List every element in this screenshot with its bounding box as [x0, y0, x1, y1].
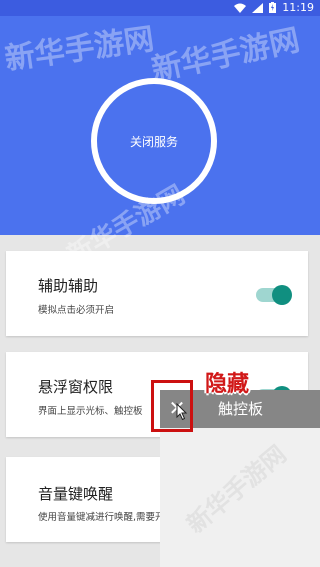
toggle-knob	[272, 285, 292, 305]
accessibility-toggle[interactable]	[256, 285, 292, 305]
hide-annotation: 隐藏	[205, 372, 250, 397]
header-banner: 关闭服务	[0, 16, 320, 235]
service-toggle-button[interactable]: 关闭服务	[91, 78, 217, 204]
status-time: 11:19	[282, 1, 314, 14]
card-accessibility: 辅助辅助 模拟点击必须开启	[6, 251, 308, 336]
card-title: 音量键唤醒	[38, 485, 114, 503]
touchpad-label: 触控板	[218, 400, 264, 418]
battery-icon	[269, 2, 277, 13]
card-title: 悬浮窗权限	[38, 378, 114, 396]
card-desc: 模拟点击必须开启	[38, 305, 115, 316]
status-bar: 11:19	[0, 0, 320, 16]
card-desc: 界面上显示光标、触控板	[38, 406, 143, 417]
service-button-label: 关闭服务	[129, 134, 178, 149]
card-title: 辅助辅助	[38, 277, 99, 295]
wifi-icon	[234, 3, 247, 13]
cursor-icon	[176, 403, 188, 421]
signal-icon	[252, 2, 264, 13]
status-icons: 11:19	[234, 1, 314, 14]
